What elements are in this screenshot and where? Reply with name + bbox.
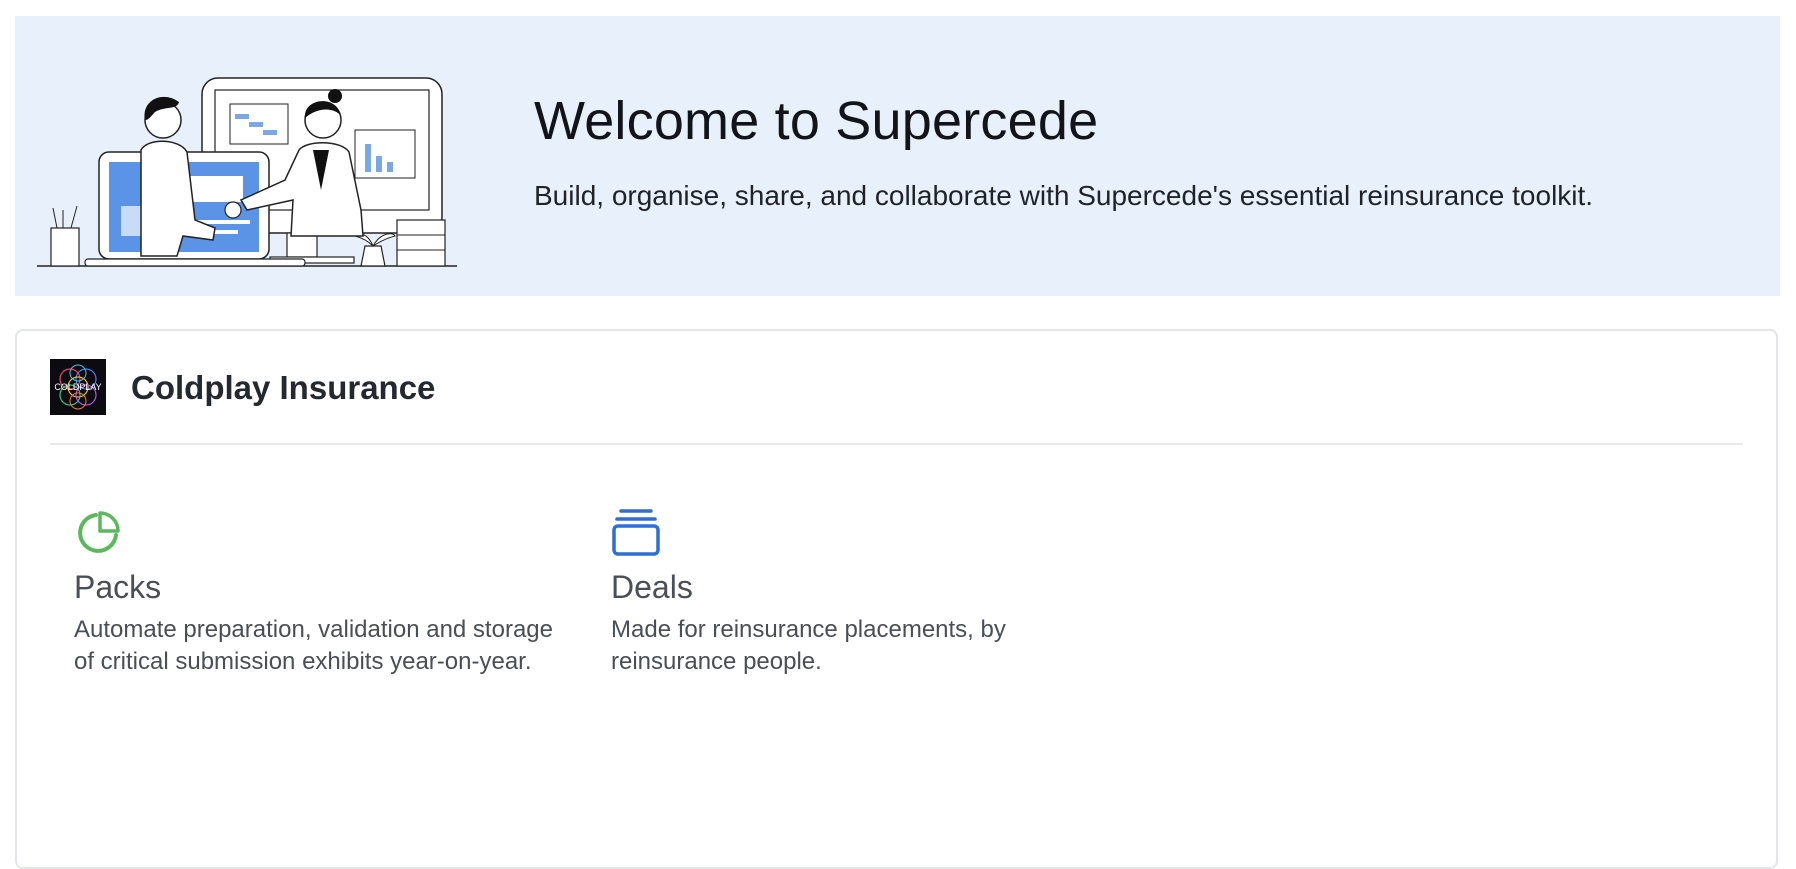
organization-logo-graphic: COLDPLAY [50, 359, 106, 415]
page-subtitle: Build, organise, share, and collaborate … [534, 180, 1594, 211]
deals-title[interactable]: Deals [611, 569, 1111, 606]
packs-description: Automate preparation, validation and sto… [74, 616, 553, 675]
organization-name: Coldplay Insurance [131, 369, 436, 406]
pie-chart-icon [78, 511, 120, 553]
coldplay-logo-icon: COLDPLAY [50, 359, 106, 415]
stacked-cards-icon [612, 509, 660, 556]
organization-header: COLDPLAY Coldplay Insurance [50, 359, 1743, 445]
welcome-banner: Welcome to Supercede Build, organise, sh… [15, 16, 1780, 296]
packs-product-card[interactable]: Packs Automate preparation, validation a… [74, 507, 574, 678]
packs-title[interactable]: Packs [74, 569, 574, 606]
page-title: Welcome to Supercede [534, 91, 1099, 151]
logo-text: COLDPLAY [54, 382, 101, 392]
deals-product-card[interactable]: Deals Made for reinsurance placements, b… [611, 507, 1111, 678]
handshake-illustration-icon [37, 77, 457, 267]
deals-description: Made for reinsurance placements, by rein… [611, 616, 1006, 675]
organization-card: COLDPLAY Coldplay Insurance Packs Automa… [15, 329, 1778, 869]
